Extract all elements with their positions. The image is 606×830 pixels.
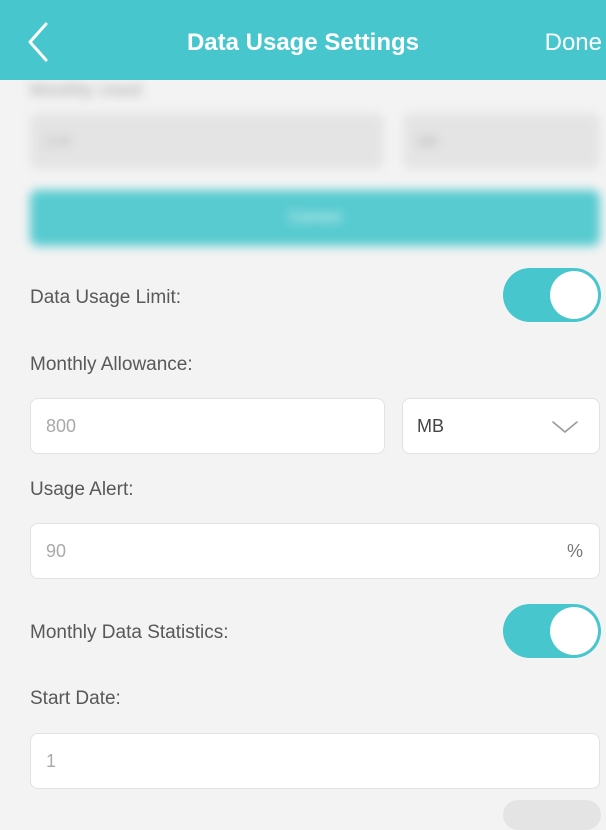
- start-date-input[interactable]: [46, 734, 566, 788]
- data-usage-limit-toggle[interactable]: [503, 268, 601, 322]
- monthly-used-input[interactable]: 3.00: [30, 113, 384, 169]
- usage-alert-field[interactable]: %: [30, 523, 600, 579]
- correct-button[interactable]: Correct: [30, 190, 600, 246]
- toggle-knob: [550, 607, 598, 655]
- data-usage-limit-label: Data Usage Limit:: [30, 287, 182, 308]
- done-button[interactable]: Done: [545, 28, 602, 58]
- unit-selected-value: MB: [417, 416, 444, 436]
- next-section-peek: [503, 800, 601, 830]
- monthly-used-unit-select[interactable]: MB: [403, 113, 600, 169]
- monthly-data-statistics-toggle[interactable]: [503, 604, 601, 658]
- monthly-allowance-input[interactable]: [46, 399, 366, 453]
- monthly-used-label: Monthly Used:: [30, 80, 146, 100]
- monthly-allowance-unit-select[interactable]: MB: [402, 398, 600, 454]
- blurred-section: Monthly Used: 3.00 MB Correct: [0, 80, 606, 255]
- chevron-down-icon: [552, 421, 578, 433]
- header-bar: Data Usage Settings Done: [0, 0, 606, 80]
- monthly-allowance-label: Monthly Allowance:: [30, 354, 193, 375]
- page-title: Data Usage Settings: [186, 29, 420, 56]
- percent-suffix: %: [566, 541, 583, 561]
- usage-alert-label: Usage Alert:: [30, 479, 134, 500]
- monthly-allowance-field[interactable]: [30, 398, 385, 454]
- start-date-field[interactable]: [30, 733, 600, 789]
- start-date-label: Start Date:: [30, 688, 121, 709]
- toggle-knob: [550, 271, 598, 319]
- usage-alert-input[interactable]: [46, 524, 526, 578]
- monthly-data-statistics-label: Monthly Data Statistics:: [30, 622, 229, 643]
